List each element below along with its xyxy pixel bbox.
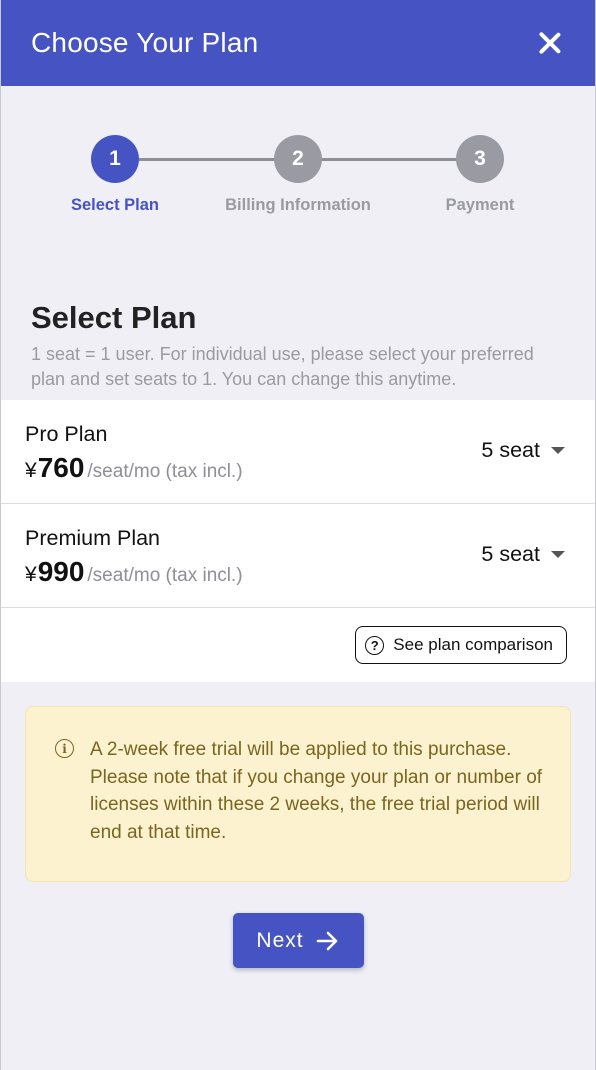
plan-name: Premium Plan xyxy=(25,526,161,550)
step-payment: 3 Payment xyxy=(390,135,570,215)
price-amount: 760 xyxy=(37,452,85,483)
dialog-title: Choose Your Plan xyxy=(31,27,259,58)
plan-info: Pro Plan ¥ 760 /seat/mo (tax incl.) xyxy=(25,419,243,484)
currency-symbol: ¥ xyxy=(25,459,37,482)
price-unit: /seat/mo (tax incl.) xyxy=(87,565,243,586)
next-label: Next xyxy=(256,928,304,952)
step-label: Select Plan xyxy=(70,196,160,214)
dialog-header: Choose Your Plan xyxy=(1,0,595,86)
price-unit: /seat/mo (tax incl.) xyxy=(87,461,243,482)
plan-list: Pro Plan ¥ 760 /seat/mo (tax incl.) 5 se… xyxy=(1,400,595,682)
plan-name: Pro Plan xyxy=(25,422,108,446)
step-billing-information: 2 Billing Information xyxy=(208,135,388,215)
notice-text: A 2-week free trial will be applied to t… xyxy=(90,739,543,843)
info-icon: i xyxy=(55,739,74,758)
seat-count-value: 5 seat xyxy=(481,542,540,566)
step-number: 2 xyxy=(274,135,322,183)
comparison-row: ? See plan comparison xyxy=(1,608,595,682)
plan-price: ¥ 990 /seat/mo (tax incl.) xyxy=(25,556,243,588)
seat-count-select[interactable]: 5 seat xyxy=(481,438,565,463)
see-plan-comparison-button[interactable]: ? See plan comparison xyxy=(355,626,567,664)
step-number: 1 xyxy=(91,135,139,183)
currency-symbol: ¥ xyxy=(25,563,37,586)
step-label: Billing Information xyxy=(225,196,371,214)
free-trial-notice: i A 2-week free trial will be applied to… xyxy=(25,706,571,882)
plan-row-premium: Premium Plan ¥ 990 /seat/mo (tax incl.) … xyxy=(1,504,595,608)
step-number: 3 xyxy=(456,135,504,183)
select-plan-section: Select Plan 1 seat = 1 user. For individ… xyxy=(1,300,595,391)
seat-count-select[interactable]: 5 seat xyxy=(481,542,565,567)
close-icon[interactable] xyxy=(537,30,563,56)
progress-stepper: 1 Select Plan 2 Billing Information 3 Pa… xyxy=(1,86,595,246)
plan-price: ¥ 760 /seat/mo (tax incl.) xyxy=(25,452,243,484)
caret-down-icon xyxy=(551,447,565,454)
price-amount: 990 xyxy=(37,556,85,587)
comparison-label: See plan comparison xyxy=(393,635,553,654)
step-select-plan: 1 Select Plan xyxy=(25,135,205,215)
plan-row-pro: Pro Plan ¥ 760 /seat/mo (tax incl.) 5 se… xyxy=(1,400,595,504)
seat-count-value: 5 seat xyxy=(481,438,540,462)
section-title: Select Plan xyxy=(31,300,197,335)
caret-down-icon xyxy=(551,551,565,558)
plan-info: Premium Plan ¥ 990 /seat/mo (tax incl.) xyxy=(25,523,243,588)
arrow-right-icon xyxy=(316,931,337,950)
next-button[interactable]: Next xyxy=(232,913,364,968)
plan-dialog: Choose Your Plan 1 Select Plan 2 Billing… xyxy=(0,0,596,1070)
step-label: Payment xyxy=(445,196,515,214)
section-description: 1 seat = 1 user. For individual use, ple… xyxy=(31,344,534,389)
help-icon: ? xyxy=(365,635,385,655)
next-button-wrap: Next xyxy=(1,913,595,968)
